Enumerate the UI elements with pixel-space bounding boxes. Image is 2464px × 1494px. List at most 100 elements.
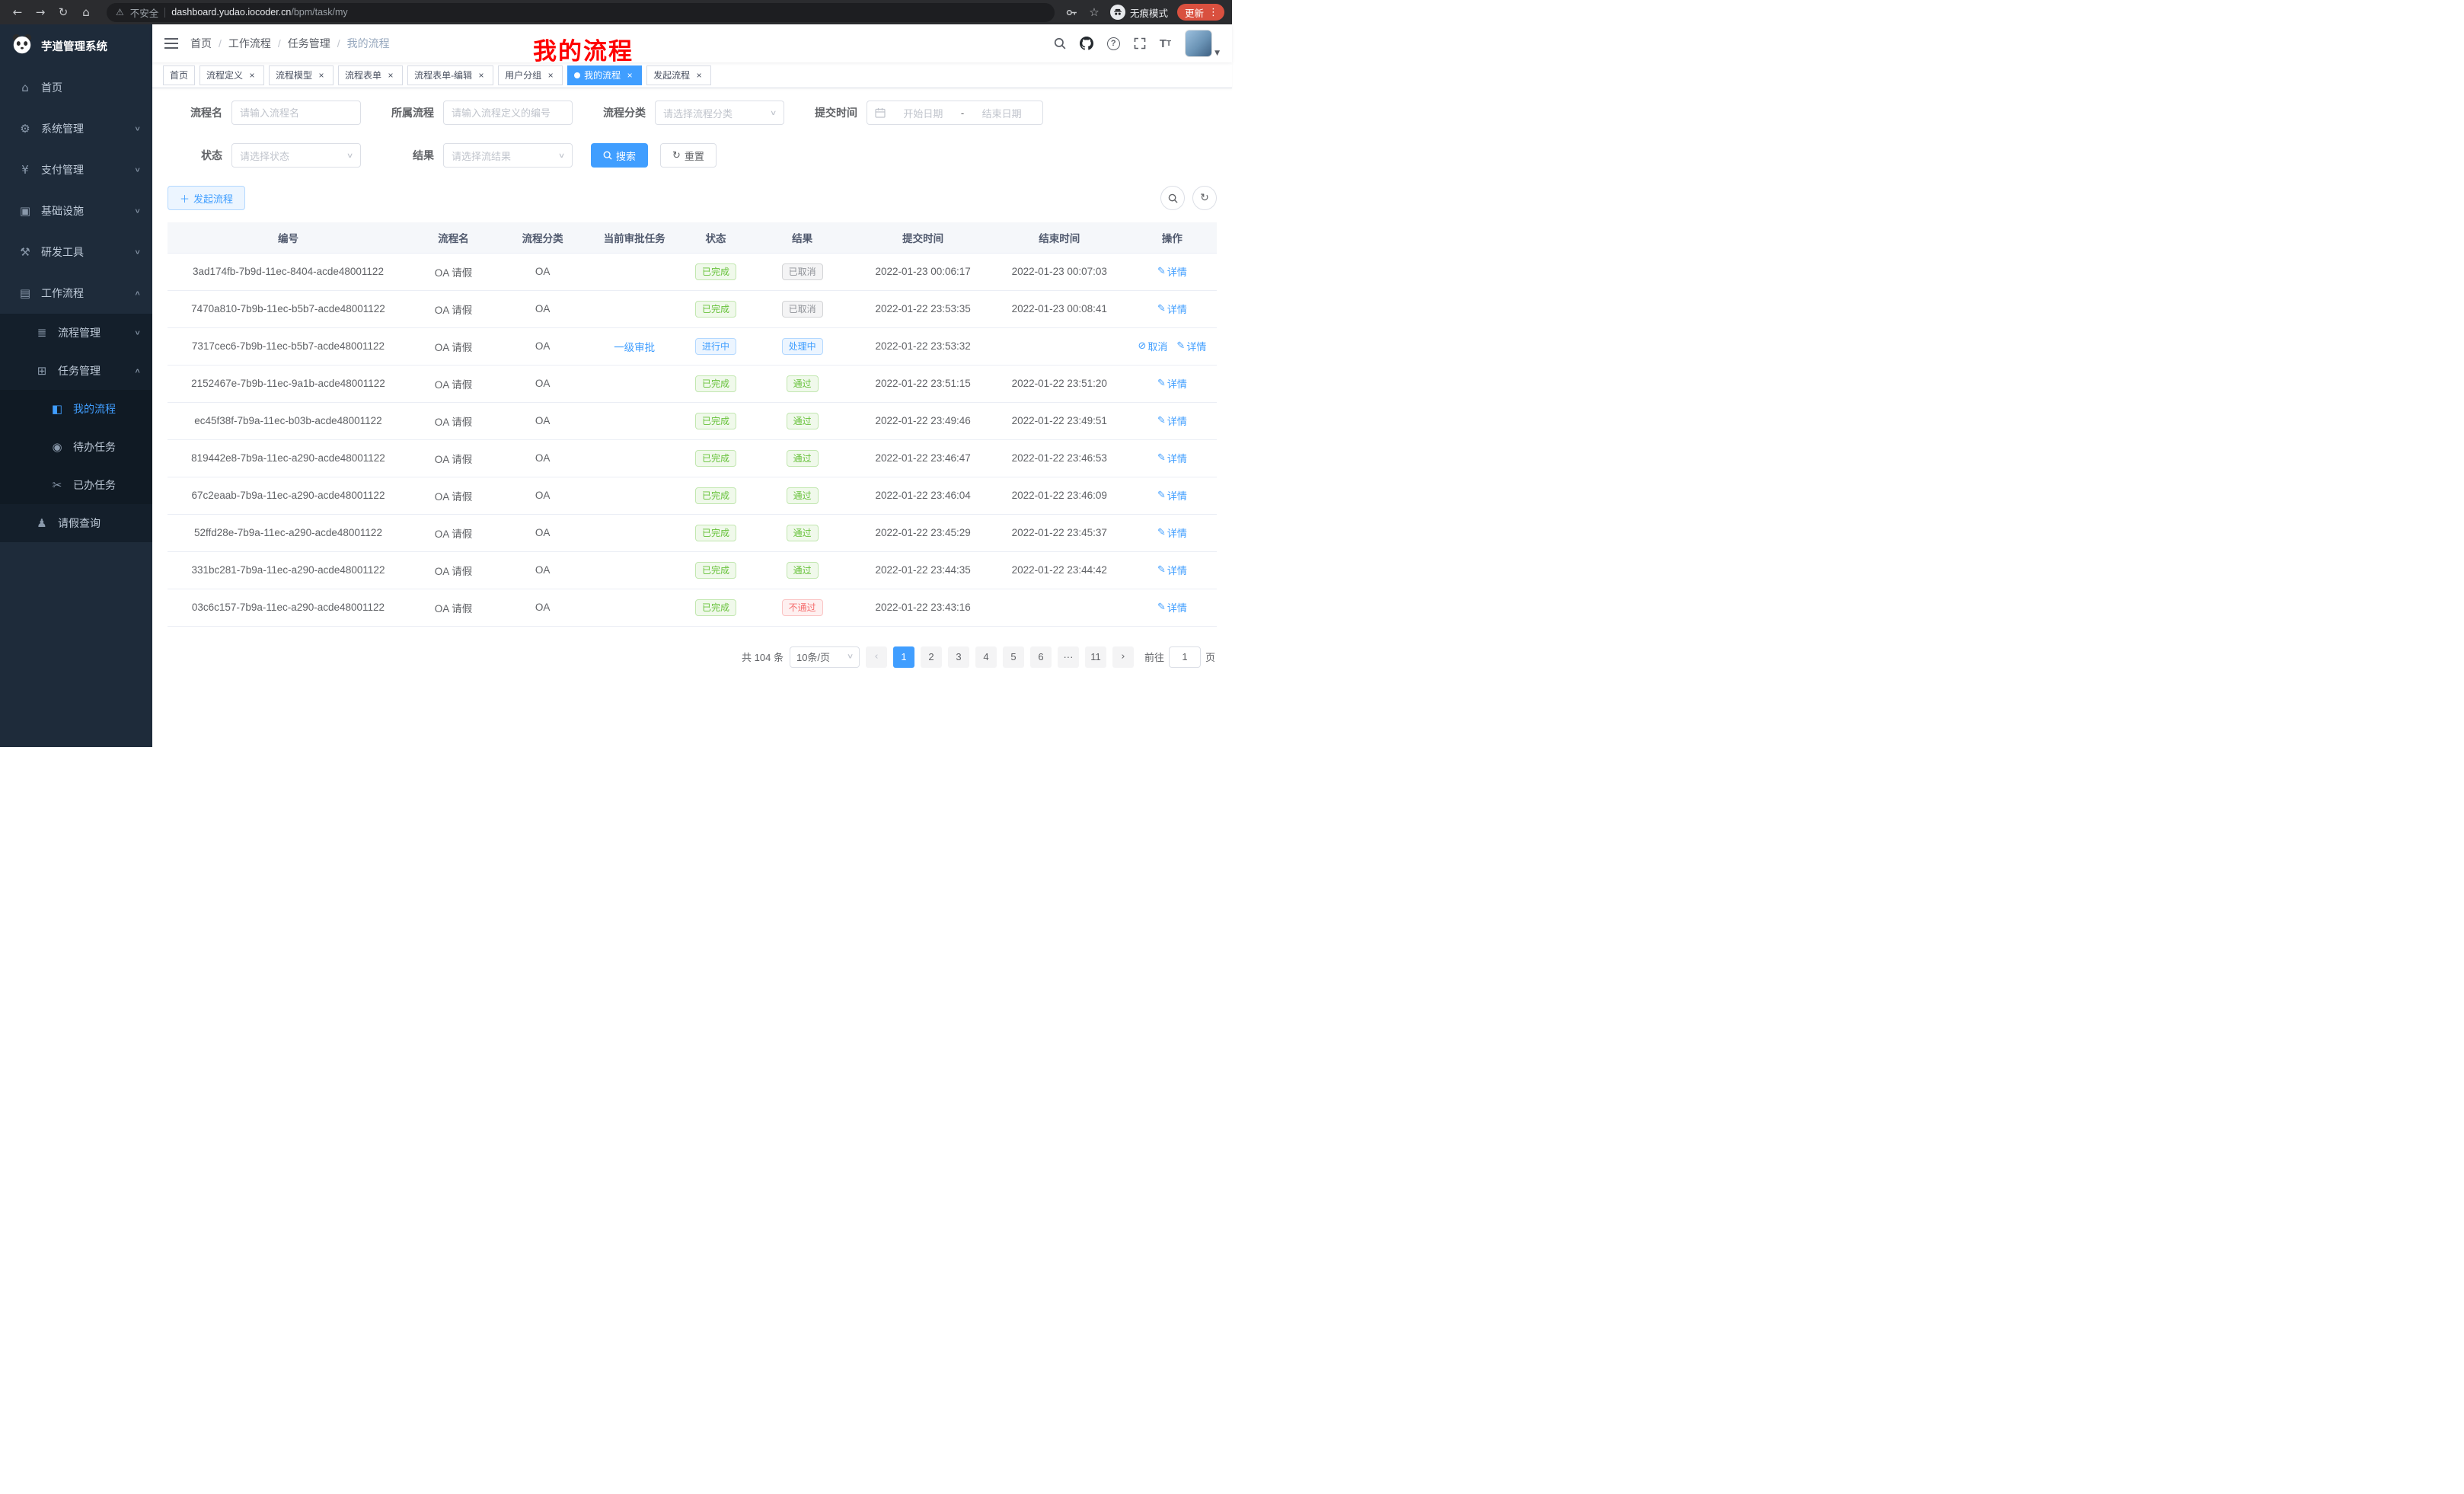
cell-process-name: OA 请假 [409,290,498,327]
github-icon[interactable] [1080,37,1093,50]
breadcrumb-item[interactable]: 首页 [190,36,212,51]
cell-category: OA [498,477,587,514]
refresh-button[interactable]: ↻ [1192,186,1217,210]
detail-link[interactable]: ✎详情 [1157,413,1187,428]
forward-icon[interactable]: → [30,3,50,21]
process-def-input[interactable] [443,101,573,125]
table-row: 67c2eaab-7b9a-11ec-a290-acde48001122OA 请… [168,477,1217,514]
sidebar-item[interactable]: ¥支付管理∨ [0,149,152,190]
filter-row-1: 流程名 所属流程 流程分类 请选择流程分类 ∨ 提交时间 [168,101,1217,125]
breadcrumb-item[interactable]: 工作流程 [228,36,271,51]
detail-link[interactable]: ✎详情 [1157,451,1187,465]
tab[interactable]: 我的流程× [567,65,642,85]
cell-current-task [587,290,681,327]
process-name-input[interactable] [231,101,361,125]
logo[interactable]: 芋道管理系统 [0,24,152,67]
user-menu[interactable]: ▼ [1185,30,1220,57]
detail-link[interactable]: ✎详情 [1157,563,1187,577]
tab-label: 流程模型 [276,69,312,81]
tab[interactable]: 流程定义× [199,65,264,85]
result-select[interactable]: 请选择流结果 ∨ [443,143,573,168]
sidebar-item[interactable]: ▤工作流程∧ [0,273,152,314]
detail-link[interactable]: ✎详情 [1176,339,1206,353]
sidebar-item[interactable]: ≣流程管理∨ [0,314,152,352]
search-button[interactable]: 搜索 [591,143,648,168]
sidebar-item[interactable]: ⚒研发工具∨ [0,231,152,273]
search-icon[interactable] [1054,37,1066,49]
cell-current-task [587,477,681,514]
home-icon[interactable]: ⌂ [76,3,96,21]
page-button[interactable]: 2 [921,646,942,668]
tab[interactable]: 流程表单× [338,65,403,85]
cell-current-task: 一级审批 [587,327,681,365]
reload-icon[interactable]: ↻ [53,3,73,21]
back-icon[interactable]: ← [8,3,27,21]
cancel-link[interactable]: ⊘取消 [1138,339,1167,353]
page-button[interactable]: 5 [1003,646,1024,668]
page-button[interactable]: 1 [893,646,914,668]
hamburger-icon[interactable] [164,38,178,49]
close-icon[interactable]: × [624,70,635,81]
page-button[interactable]: 4 [975,646,997,668]
detail-link[interactable]: ✎详情 [1157,488,1187,503]
detail-link[interactable]: ✎详情 [1157,302,1187,316]
filter-label: 结果 [379,148,434,163]
page-button[interactable]: 11 [1085,646,1106,668]
close-icon[interactable]: × [385,70,396,81]
key-icon[interactable] [1065,6,1078,19]
help-icon[interactable]: ? [1107,37,1120,50]
sidebar-item[interactable]: ⌂首页 [0,67,152,108]
detail-link[interactable]: ✎详情 [1157,600,1187,615]
close-icon[interactable]: × [247,70,257,81]
column-header: 提交时间 [855,222,991,253]
date-range-picker[interactable]: 开始日期 - 结束日期 [867,101,1043,125]
detail-link[interactable]: ✎详情 [1157,264,1187,279]
status-tag: 已完成 [695,301,736,318]
goto-page: 前往 页 [1144,646,1215,668]
create-process-button[interactable]: ＋ 发起流程 [168,186,245,210]
reset-button[interactable]: ↻ 重置 [660,143,717,168]
sidebar-item[interactable]: ▣基础设施∨ [0,190,152,231]
goto-page-input[interactable] [1169,646,1201,668]
close-icon[interactable]: × [476,70,487,81]
menu-dots-icon[interactable]: ⋮ [1205,6,1221,18]
tab[interactable]: 发起流程× [646,65,711,85]
detail-link[interactable]: ✎详情 [1157,525,1187,540]
cell-end-time: 2022-01-22 23:45:37 [991,514,1128,551]
bookmark-star-icon[interactable]: ☆ [1087,3,1101,21]
close-icon[interactable]: × [545,70,556,81]
fullscreen-icon[interactable] [1134,37,1146,49]
search-toggle-button[interactable] [1160,186,1185,210]
cell-process-name: OA 请假 [409,439,498,477]
page-size-select[interactable]: 10条/页 ∨ [790,646,860,668]
address-bar[interactable]: ⚠ 不安全 dashboard.yudao.iocoder.cn/bpm/tas… [107,3,1055,22]
tab[interactable]: 流程表单-编辑× [407,65,493,85]
avatar[interactable] [1185,30,1212,57]
status-select[interactable]: 请选择状态 ∨ [231,143,361,168]
sidebar-item[interactable]: ◧我的流程 [0,390,152,428]
close-icon[interactable]: × [694,70,704,81]
page-ellipsis[interactable]: ··· [1058,646,1079,668]
close-icon[interactable]: × [316,70,327,81]
sidebar-item[interactable]: ⚙系统管理∨ [0,108,152,149]
scissors-icon: ✂ [49,478,65,492]
breadcrumb-item[interactable]: 任务管理 [288,36,330,51]
sidebar-item[interactable]: ✂已办任务 [0,466,152,504]
cell-end-time: 2022-01-22 23:46:53 [991,439,1128,477]
page-button[interactable]: 3 [948,646,969,668]
tab[interactable]: 用户分组× [498,65,563,85]
sidebar-item[interactable]: ⊞任务管理∧ [0,352,152,390]
current-task-link[interactable]: 一级审批 [614,342,655,353]
security-label[interactable]: 不安全 [130,5,159,20]
category-select[interactable]: 请选择流程分类 ∨ [655,101,784,125]
font-size-icon[interactable]: TT [1160,37,1171,50]
detail-link[interactable]: ✎详情 [1157,376,1187,391]
sidebar-item[interactable]: ◉待办任务 [0,428,152,466]
next-page-button[interactable]: › [1112,646,1134,668]
update-button[interactable]: 更新 ⋮ [1177,4,1224,21]
sidebar-item[interactable]: ♟请假查询 [0,504,152,542]
prev-page-button[interactable]: ‹ [866,646,887,668]
tab[interactable]: 流程模型 × [269,65,334,85]
page-button[interactable]: 6 [1030,646,1052,668]
tab[interactable]: 首页 [163,65,195,85]
